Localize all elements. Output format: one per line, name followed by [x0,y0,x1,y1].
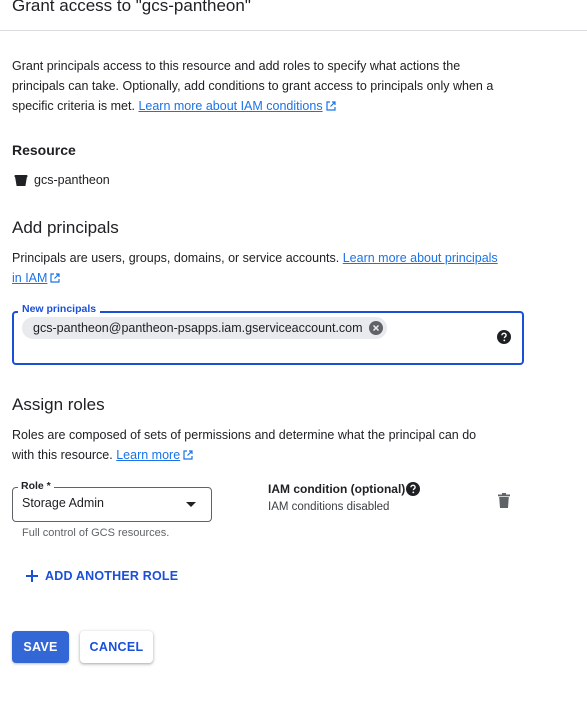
help-icon[interactable] [497,330,511,344]
add-another-role-label: ADD ANOTHER ROLE [45,569,179,583]
learn-more-principals-link-cont[interactable]: in IAM [12,271,61,285]
iam-condition-label: IAM condition (optional) [268,482,406,496]
resource-name: gcs-pantheon [34,173,110,187]
role-hint: Full control of GCS resources. [22,527,170,539]
external-link-icon [50,273,61,283]
role-label: Role * [18,479,54,493]
add-principals-title: Add principals [12,218,119,237]
chevron-down-icon[interactable] [186,502,196,507]
help-icon[interactable] [406,482,420,496]
cancel-button[interactable]: CANCEL [80,631,153,663]
principal-chip[interactable]: gcs-pantheon@pantheon-psapps.iam.gservic… [22,317,387,339]
learn-more-principals-link[interactable]: Learn more about principals [343,251,498,265]
external-link-icon [183,450,193,460]
principals-desc: Principals are users, groups, domains, o… [12,251,498,285]
delete-icon[interactable] [498,493,510,508]
assign-roles-title: Assign roles [12,395,105,414]
role-value: Storage Admin [22,496,104,510]
intro-text: Grant principals access to this resource… [12,56,582,116]
bucket-icon [14,175,28,186]
plus-icon [26,570,38,582]
learn-more-roles-link[interactable]: Learn more [116,448,193,462]
resource-label: Resource [12,142,76,158]
roles-desc: Roles are composed of sets of permission… [12,428,477,462]
dialog-header: Grant access to "gcs-pantheon" [0,0,587,31]
intro-line-2: principals can take. Optionally, add con… [12,79,494,93]
intro-line-3: specific criteria is met. Learn more abo… [12,96,582,116]
intro-line-1: Grant principals access to this resource… [12,59,461,73]
resource-row: gcs-pantheon [14,170,110,190]
add-another-role-button[interactable]: ADD ANOTHER ROLE [25,569,178,583]
iam-condition-value: IAM conditions disabled [268,501,390,513]
external-link-icon [325,101,336,111]
dialog-title: Grant access to "gcs-pantheon" [12,0,251,15]
learn-more-iam-conditions-link[interactable]: Learn more about IAM conditions [138,99,336,113]
new-principals-label: New principals [18,302,101,316]
save-button[interactable]: SAVE [12,631,69,663]
principal-chip-text: gcs-pantheon@pantheon-psapps.iam.gservic… [33,321,363,335]
remove-chip-icon[interactable] [368,321,383,335]
